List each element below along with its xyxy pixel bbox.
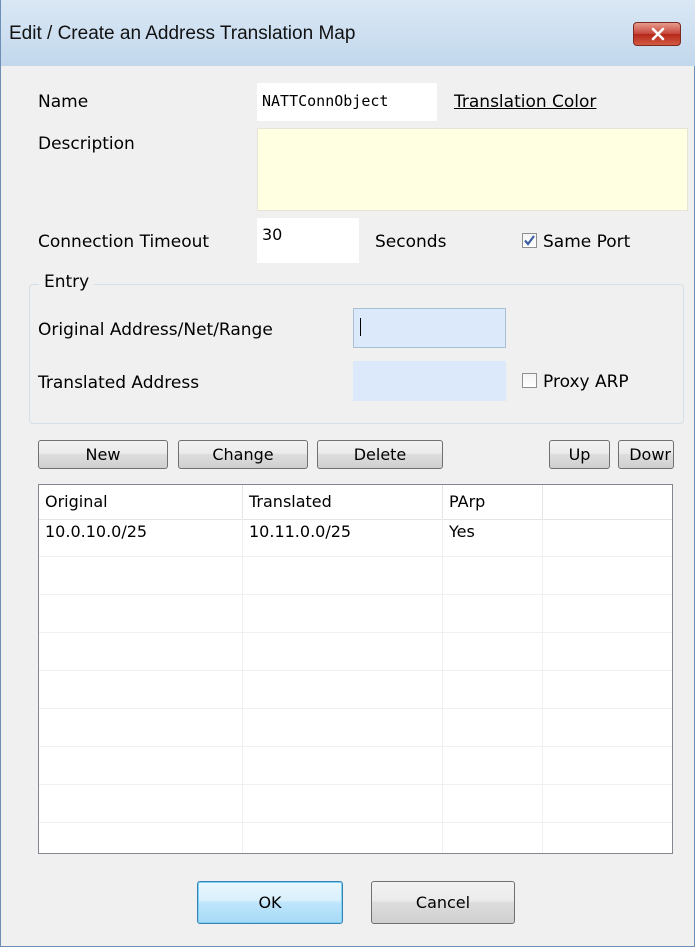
close-button[interactable]	[633, 22, 681, 46]
cell-extra	[543, 519, 672, 557]
cell-empty	[39, 595, 243, 633]
dialog-window: Edit / Create an Address Translation Map…	[0, 0, 695, 947]
proxy-arp-label: Proxy ARP	[543, 372, 629, 392]
cell-original: 10.0.10.0/25	[39, 519, 243, 557]
cell-empty	[243, 747, 443, 785]
cell-empty	[443, 709, 543, 747]
cell-empty	[39, 785, 243, 823]
cell-empty	[243, 633, 443, 671]
change-button[interactable]: Change	[178, 440, 308, 469]
cell-translated: 10.11.0.0/25	[243, 519, 443, 557]
table-row-empty	[39, 595, 672, 633]
translated-address-label: Translated Address	[38, 373, 200, 393]
cell-empty	[243, 709, 443, 747]
table-row-empty	[39, 785, 672, 823]
cancel-button[interactable]: Cancel	[371, 881, 515, 924]
cell-parp: Yes	[443, 519, 543, 557]
delete-button[interactable]: Delete	[317, 440, 443, 469]
cell-empty	[443, 557, 543, 595]
proxy-arp-checkbox[interactable]	[522, 373, 537, 388]
original-address-label: Original Address/Net/Range	[38, 320, 273, 340]
column-header-translated[interactable]: Translated	[243, 485, 443, 519]
cell-empty	[243, 595, 443, 633]
table-row-empty	[39, 557, 672, 595]
title-bar[interactable]: Edit / Create an Address Translation Map	[1, 0, 695, 66]
cell-empty	[243, 671, 443, 709]
up-button[interactable]: Up	[549, 440, 610, 469]
cell-empty	[39, 709, 243, 747]
connection-timeout-input[interactable]: 30	[257, 218, 359, 263]
cell-empty	[243, 557, 443, 595]
column-header-parp[interactable]: PArp	[443, 485, 543, 519]
translation-color-link[interactable]: Translation Color	[454, 92, 596, 112]
window-title: Edit / Create an Address Translation Map	[9, 23, 356, 44]
column-header-original[interactable]: Original	[39, 485, 243, 519]
column-header-extra[interactable]	[543, 485, 672, 519]
new-button[interactable]: New	[38, 440, 168, 469]
checkmark-icon	[524, 235, 535, 246]
table-row[interactable]: 10.0.10.0/25 10.11.0.0/25 Yes	[39, 519, 672, 557]
connection-timeout-label: Connection Timeout	[38, 232, 210, 252]
cell-empty	[443, 823, 543, 853]
cell-empty	[443, 671, 543, 709]
translated-address-input[interactable]	[353, 361, 506, 401]
table-row-empty	[39, 633, 672, 671]
table-row-empty	[39, 823, 672, 853]
translation-table[interactable]: Original Translated PArp 10.0.10.0/25 10…	[38, 484, 673, 854]
name-label: Name	[38, 92, 89, 112]
seconds-label: Seconds	[375, 232, 447, 252]
cell-empty	[243, 823, 443, 853]
text-cursor	[360, 318, 361, 336]
cell-empty	[39, 823, 243, 853]
cell-empty	[443, 785, 543, 823]
entry-group-title: Entry	[39, 272, 95, 292]
cell-empty	[39, 747, 243, 785]
down-button[interactable]: Dowr	[618, 440, 674, 469]
same-port-label: Same Port	[543, 232, 631, 252]
table-row-empty	[39, 747, 672, 785]
cell-empty	[243, 785, 443, 823]
cell-empty	[443, 633, 543, 671]
original-address-input[interactable]	[353, 308, 506, 348]
cell-empty	[443, 747, 543, 785]
table-row-empty	[39, 709, 672, 747]
cell-empty	[39, 633, 243, 671]
same-port-checkbox[interactable]	[522, 233, 537, 248]
description-input[interactable]	[257, 128, 688, 211]
cell-empty	[39, 557, 243, 595]
entry-groupbox	[29, 284, 684, 424]
dialog-body: Name NATTConnObject Translation Color De…	[9, 66, 689, 939]
table-header: Original Translated PArp	[39, 485, 672, 520]
table-row-empty	[39, 671, 672, 709]
cell-empty	[443, 595, 543, 633]
cell-empty	[39, 671, 243, 709]
close-icon	[651, 27, 665, 41]
name-input[interactable]: NATTConnObject	[257, 83, 437, 121]
ok-button[interactable]: OK	[197, 881, 343, 924]
description-label: Description	[38, 134, 135, 154]
